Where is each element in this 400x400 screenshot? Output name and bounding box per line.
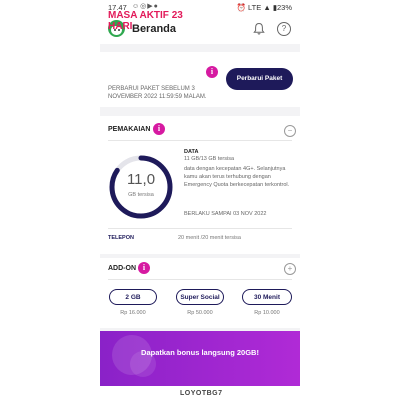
addon-super-social-button[interactable]: Super Social xyxy=(176,289,224,305)
ring-unit: GB tersisa xyxy=(128,192,154,198)
notification-icons: ☺◎▶● xyxy=(132,3,159,10)
signal-icon: ▲ xyxy=(263,3,271,12)
info-icon[interactable]: i xyxy=(206,66,218,78)
bottom-strip: LOYOTBG7 xyxy=(100,386,300,400)
addon-info-icon[interactable]: i xyxy=(138,262,150,274)
data-description: data dengan kecepatan 4G+. Selanjutnya k… xyxy=(184,166,290,188)
phone-label: TELEPON xyxy=(108,235,134,241)
divider xyxy=(108,228,292,229)
divider xyxy=(108,140,292,141)
addon-30-menit-price: Rp 10.000 xyxy=(254,310,280,316)
phone-screen: 17.47 ☺◎▶● ⏰ LTE ▲ ▮23% Beranda ? MASA A… xyxy=(100,0,300,400)
status-right: ⏰ LTE ▲ ▮23% xyxy=(237,3,292,12)
usage-info-icon[interactable]: i xyxy=(153,123,165,135)
data-used: 11 GB/13 GB tersisa xyxy=(184,156,235,162)
banner-text: Dapatkan bonus langsung 20GB! xyxy=(141,348,259,357)
ring-value: 11,0 xyxy=(126,171,156,188)
addon-section-title: ADD-ON xyxy=(108,265,136,272)
addon-super-social-price: Rp 50.000 xyxy=(187,310,213,316)
battery-label: 23% xyxy=(276,3,292,12)
bell-icon[interactable] xyxy=(252,22,266,36)
divider xyxy=(108,279,292,280)
addon-30-menit-button[interactable]: 30 Menit xyxy=(242,289,292,305)
add-icon[interactable]: + xyxy=(284,263,296,275)
data-title: DATA xyxy=(184,149,199,155)
renew-note: PERBARUI PAKET SEBELUM 3 NOVEMBER 2022 1… xyxy=(108,86,207,100)
help-icon[interactable]: ? xyxy=(277,22,291,36)
addon-2gb-price: Rp 16.000 xyxy=(120,310,146,316)
network-label: LTE xyxy=(248,3,262,12)
alarm-icon: ⏰ xyxy=(236,3,249,12)
promo-banner[interactable]: Dapatkan bonus langsung 20GB! xyxy=(100,331,300,386)
renew-package-button[interactable]: Perbarui Paket xyxy=(226,68,293,90)
collapse-icon[interactable]: − xyxy=(284,125,296,137)
addon-2gb-button[interactable]: 2 GB xyxy=(109,289,157,305)
usage-section-title: PEMAKAIAN xyxy=(108,126,151,133)
active-period-title: MASA AKTIF 23 HARI xyxy=(108,10,183,32)
promo-code: LOYOTBG7 xyxy=(180,390,223,397)
data-valid-until: BERLAKU SAMPAI 03 NOV 2022 xyxy=(184,211,267,217)
phone-value: 20 menit /20 menit tersisa xyxy=(178,235,241,241)
